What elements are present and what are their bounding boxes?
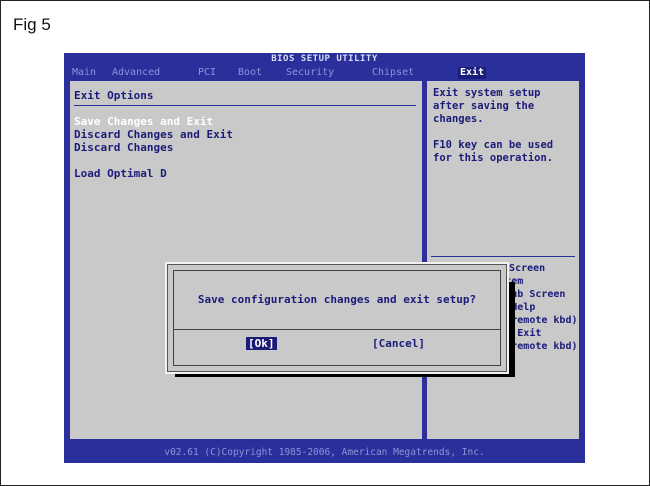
- option-load-optimal-defaults[interactable]: Load Optimal D: [74, 167, 167, 180]
- option-save-changes-exit[interactable]: Save Changes and Exit: [74, 115, 213, 128]
- bios-screen: BIOS SETUP UTILITY Main Advanced PCI Boo…: [64, 53, 585, 463]
- help-panel: Exit system setup after saving the chang…: [427, 81, 579, 439]
- help-line: for this operation.: [433, 152, 554, 164]
- figure-frame: Fig 5 BIOS SETUP UTILITY Main Advanced P…: [0, 0, 650, 486]
- help-line: F10 key can be used: [433, 139, 554, 151]
- menu-item-security[interactable]: Security: [284, 67, 336, 79]
- heading-divider: [74, 105, 416, 106]
- confirm-dialog: Save configuration changes and exit setu…: [165, 262, 509, 374]
- ok-button[interactable]: [Ok]: [246, 337, 277, 350]
- exit-options-panel: Exit Options Save Changes and Exit Disca…: [70, 81, 422, 439]
- dialog-divider: [174, 329, 500, 330]
- exit-options-heading: Exit Options: [74, 89, 154, 102]
- dialog-message: Save configuration changes and exit setu…: [197, 293, 477, 306]
- help-line: changes.: [433, 113, 484, 125]
- menu-item-main[interactable]: Main: [70, 67, 98, 79]
- menu-item-advanced[interactable]: Advanced: [110, 67, 162, 79]
- menu-bar: Main Advanced PCI Boot Security Chipset …: [64, 65, 585, 81]
- menu-item-chipset[interactable]: Chipset: [370, 67, 416, 79]
- help-line: after saving the: [433, 100, 535, 112]
- help-line: Exit system setup: [433, 87, 541, 99]
- menu-item-pci[interactable]: PCI: [196, 67, 218, 79]
- menu-item-exit[interactable]: Exit: [458, 67, 487, 79]
- status-bar: v02.61 (C)Copyright 1985-2006, American …: [164, 447, 485, 458]
- help-divider: [431, 256, 575, 257]
- option-discard-changes-exit[interactable]: Discard Changes and Exit: [74, 128, 233, 141]
- menu-item-boot[interactable]: Boot: [236, 67, 264, 79]
- bios-title: BIOS SETUP UTILITY: [271, 54, 378, 64]
- option-discard-changes[interactable]: Discard Changes: [74, 141, 173, 154]
- dialog-inner-border: Save configuration changes and exit setu…: [173, 270, 501, 366]
- figure-caption: Fig 5: [13, 15, 51, 34]
- cancel-button[interactable]: [Cancel]: [370, 337, 427, 350]
